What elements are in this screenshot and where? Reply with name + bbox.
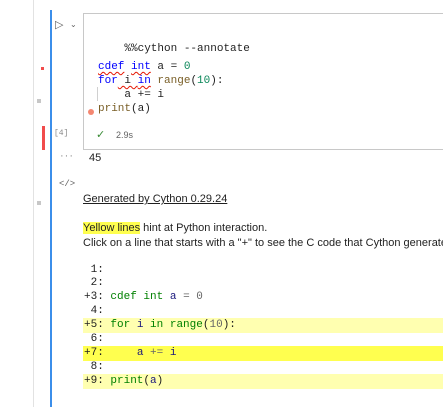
code-number: 0 <box>183 61 191 73</box>
indent-guide <box>97 87 98 101</box>
code-line-6[interactable]: print(a) <box>98 102 151 116</box>
execution-count: [4] <box>54 129 69 138</box>
magic-command: %%cython --annotate <box>124 43 250 55</box>
hint-rest: hint at Python interaction. <box>140 222 268 234</box>
line-prefix: 1: <box>84 264 111 276</box>
code-editor[interactable]: %%cython --annotate cdef int a = 0 for i… <box>83 13 443 150</box>
diagnostic-dot-icon <box>88 109 94 115</box>
execution-time: 2.9s <box>116 130 134 140</box>
generated-by-heading: Generated by Cython 0.29.24 <box>83 193 228 205</box>
line-prefix: 2: <box>84 277 111 289</box>
code-line-5[interactable]: a += i <box>98 88 164 102</box>
code-text: a += i <box>98 89 165 101</box>
code-function: print <box>98 103 132 115</box>
code-type: int <box>131 61 151 73</box>
code-function: range <box>150 75 191 87</box>
annotated-line-5[interactable]: +5: for i in range(10): <box>83 318 443 333</box>
gutter-marker <box>37 99 41 103</box>
line-prefix: 4: <box>84 305 111 317</box>
click-instructions: Click on a line that starts with a "+" t… <box>83 237 443 249</box>
code-text: ): <box>210 75 224 87</box>
error-marker <box>41 67 44 70</box>
code-text: a = <box>150 61 184 73</box>
code-text: i <box>117 75 138 87</box>
code-line-3[interactable]: cdef int a = 0 <box>98 60 190 74</box>
output-value: 45 <box>89 152 102 164</box>
code-keyword: cdef <box>98 61 125 73</box>
annotated-line-4: 4: <box>83 304 443 319</box>
error-overview-bar <box>42 126 45 150</box>
code-keyword: in <box>137 75 151 87</box>
cell-focus-indicator <box>50 10 52 407</box>
annotated-line-9[interactable]: +9: print(a) <box>83 374 443 389</box>
html-output-icon[interactable]: </> <box>59 179 75 189</box>
code-number: 10 <box>197 75 211 87</box>
line-prefix: 8: <box>84 361 111 373</box>
annotated-line-2: 2: <box>83 276 443 291</box>
code-line-4[interactable]: for i in range(10): <box>98 74 223 88</box>
code-text: (a) <box>131 103 151 115</box>
run-cell-icon[interactable]: ▷ <box>55 18 69 32</box>
line-prefix: +5: <box>84 319 111 331</box>
line-prefix: 6: <box>84 333 111 345</box>
line-prefix: +9: <box>84 375 111 387</box>
output-actions-ellipsis-icon[interactable]: ··· <box>60 150 74 162</box>
annotated-line-7[interactable]: +7: a += i <box>83 346 443 361</box>
gutter-marker <box>37 201 41 205</box>
line-prefix: +7: <box>84 347 111 359</box>
line-prefix: +3: <box>84 291 111 303</box>
hint-highlight: Yellow lines <box>83 222 141 234</box>
annotated-line-3[interactable]: +3: cdef int a = 0 <box>83 290 443 305</box>
hint-text: Yellow lines hint at Python interaction. <box>83 222 267 234</box>
editor-gutter-line <box>33 0 34 407</box>
code-keyword: for <box>98 75 118 87</box>
annotated-line-8: 8: <box>83 360 443 375</box>
success-check-icon: ✓ <box>96 129 106 141</box>
annotated-line-6: 6: <box>83 332 443 347</box>
chevron-down-icon[interactable]: ⌄ <box>70 18 80 32</box>
